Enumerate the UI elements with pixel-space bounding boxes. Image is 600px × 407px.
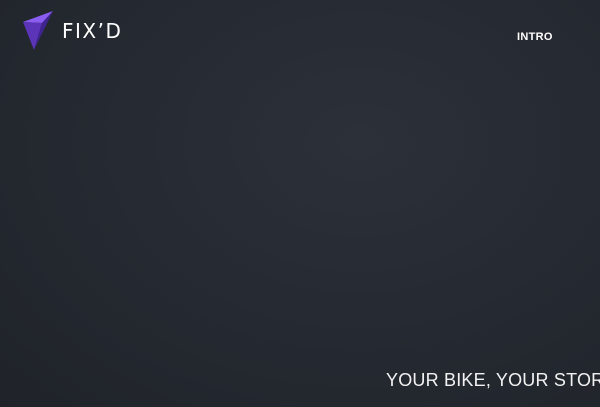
nav-link-intro[interactable]: INTRO [517, 31, 553, 43]
brand-name: FIX’D [62, 19, 123, 43]
hero-tagline: YOUR BIKE, YOUR STOR [386, 370, 600, 390]
brand-logo[interactable]: FIX’D [22, 10, 122, 52]
main-nav: INTRO [517, 27, 553, 45]
arrow-cursor-logo-icon [23, 11, 53, 50]
site-header: FIX’D INTRO [0, 0, 600, 70]
